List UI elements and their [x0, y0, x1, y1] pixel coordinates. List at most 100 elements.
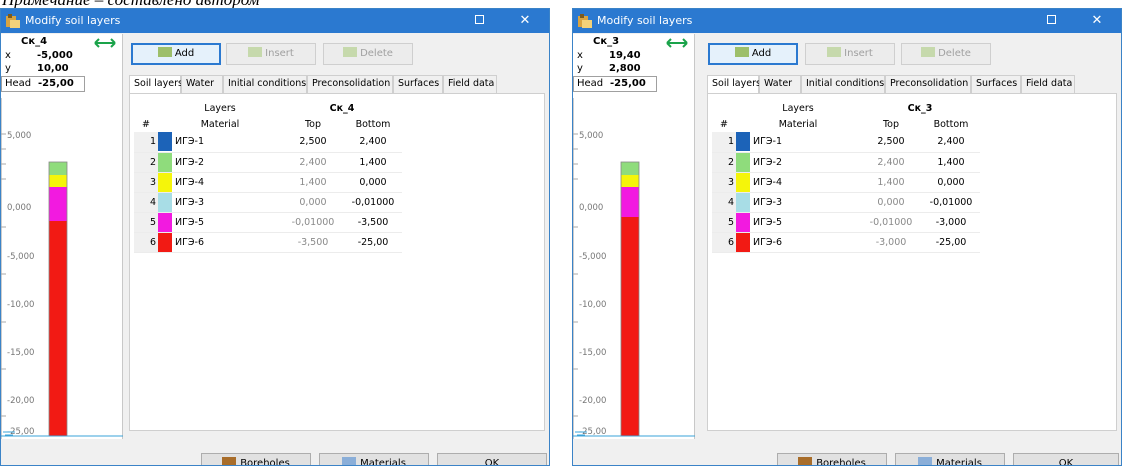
table-row[interactable]: 4 ИГЭ-3 0,000 -0,01000	[134, 192, 402, 213]
tab-initial-conditions[interactable]: Initial conditions	[223, 75, 307, 93]
swap-arrows-icon[interactable]	[665, 37, 689, 49]
tab-water[interactable]: Water	[181, 75, 223, 93]
top-cell[interactable]: 0,000	[860, 192, 922, 213]
top-cell[interactable]: 1,400	[282, 172, 344, 193]
layers-table: Layers Cк_4 # Material Top Bottom 1 ИГЭ-…	[134, 100, 402, 253]
ok-button[interactable]: OK	[437, 453, 547, 465]
bottom-cell[interactable]: 2,400	[922, 132, 980, 153]
title-bar[interactable]: Modify soil layers ✕	[1, 9, 549, 33]
table-row[interactable]: 6 ИГЭ-6 -3,500 -25,00	[134, 232, 402, 253]
tab-water[interactable]: Water	[759, 75, 801, 93]
top-cell[interactable]: 0,000	[282, 192, 344, 213]
table-row[interactable]: 4 ИГЭ-3 0,000 -0,01000	[712, 192, 980, 213]
top-cell[interactable]: 2,400	[860, 152, 922, 173]
scale-label: -5,000	[7, 252, 34, 262]
table-row[interactable]: 5 ИГЭ-5 -0,01000 -3,000	[712, 212, 980, 233]
borehole-column-header: Cк_3	[907, 102, 933, 114]
tab-preconsolidation[interactable]: Preconsolidation	[885, 75, 971, 93]
tab-surfaces[interactable]: Surfaces	[393, 75, 443, 93]
maximize-button[interactable]	[459, 9, 499, 33]
scale-ticks	[1, 98, 6, 439]
add-layer-icon	[157, 47, 172, 57]
top-column-header: Top	[304, 118, 322, 130]
close-button[interactable]: ✕	[505, 9, 545, 33]
ok-button[interactable]: OK	[1013, 453, 1119, 465]
tab-soil-layers[interactable]: Soil layers	[129, 75, 183, 94]
maximize-icon	[1046, 15, 1056, 24]
x-coordinate-row: x 19,40	[573, 50, 657, 63]
add-button[interactable]: Add	[131, 43, 221, 65]
insert-button[interactable]: Insert	[226, 43, 316, 65]
bottom-cell[interactable]: -25,00	[922, 232, 980, 253]
table-row[interactable]: 2 ИГЭ-2 2,400 1,400	[712, 152, 980, 173]
table-row[interactable]: 1 ИГЭ-1 2,500 2,400	[134, 132, 402, 153]
table-row[interactable]: 5 ИГЭ-5 -0,01000 -3,500	[134, 212, 402, 233]
x-value[interactable]: -5,000	[37, 50, 73, 61]
boreholes-button[interactable]: Boreholes	[201, 453, 311, 465]
material-name: ИГЭ-2	[753, 156, 783, 168]
top-cell[interactable]: -3,000	[860, 232, 922, 253]
num-column-header: #	[142, 118, 150, 130]
material-color-swatch	[158, 132, 172, 152]
top-cell[interactable]: -0,01000	[282, 212, 344, 233]
top-cell[interactable]: -0,01000	[860, 212, 922, 233]
top-cell[interactable]: 2,500	[282, 132, 344, 153]
head-row[interactable]: Head -25,00	[573, 76, 657, 92]
boreholes-button[interactable]: Boreholes	[777, 453, 887, 465]
bottom-cell[interactable]: 1,400	[344, 152, 402, 173]
swap-arrows-icon[interactable]	[93, 37, 117, 49]
tab-soil-layers[interactable]: Soil layers	[707, 75, 761, 94]
scale-label: -5,000	[579, 252, 606, 262]
table-row[interactable]: 3 ИГЭ-4 1,400 0,000	[134, 172, 402, 193]
table-row[interactable]: 6 ИГЭ-6 -3,000 -25,00	[712, 232, 980, 253]
figure-caption: Примечание – составлено автором	[2, 0, 260, 9]
tab-preconsolidation[interactable]: Preconsolidation	[307, 75, 393, 93]
bottom-cell[interactable]: 1,400	[922, 152, 980, 173]
x-value[interactable]: 19,40	[609, 50, 641, 61]
bottom-cell[interactable]: 0,000	[344, 172, 402, 193]
bottom-cell[interactable]: 2,400	[344, 132, 402, 153]
y-value[interactable]: 2,800	[609, 63, 641, 74]
insert-layer-icon	[827, 47, 842, 57]
table-row[interactable]: 1 ИГЭ-1 2,500 2,400	[712, 132, 980, 153]
tab-initial-conditions[interactable]: Initial conditions	[801, 75, 885, 93]
table-row[interactable]: 2 ИГЭ-2 2,400 1,400	[134, 152, 402, 173]
soil-column[interactable]	[48, 161, 68, 437]
head-value[interactable]: -25,00	[610, 78, 646, 89]
scale-label: 5,000	[579, 131, 603, 141]
insert-button[interactable]: Insert	[805, 43, 895, 65]
tab-field-data[interactable]: Field data	[443, 75, 497, 93]
add-button[interactable]: Add	[708, 43, 798, 65]
boreholes-icon	[798, 457, 813, 465]
top-cell[interactable]: 2,500	[860, 132, 922, 153]
y-label: y	[5, 63, 11, 74]
materials-button[interactable]: Materials	[895, 453, 1005, 465]
title-bar[interactable]: Modify soil layers ✕	[573, 9, 1121, 33]
top-cell[interactable]: -3,500	[282, 232, 344, 253]
top-cell[interactable]: 2,400	[282, 152, 344, 173]
bottom-cell[interactable]: -3,500	[344, 212, 402, 233]
bottom-cell[interactable]: -25,00	[344, 232, 402, 253]
material-color-swatch	[158, 192, 172, 212]
soil-column[interactable]	[620, 161, 640, 437]
close-button[interactable]: ✕	[1077, 9, 1117, 33]
delete-button[interactable]: Delete	[323, 43, 413, 65]
scale-label: -20,00	[579, 396, 606, 406]
soil-layer-ige-4	[49, 175, 67, 187]
bottom-cell[interactable]: 0,000	[922, 172, 980, 193]
app-icon	[578, 14, 592, 28]
bottom-cell[interactable]: -3,000	[922, 212, 980, 233]
material-name: ИГЭ-4	[175, 176, 205, 188]
bottom-cell[interactable]: -0,01000	[922, 192, 980, 213]
table-row[interactable]: 3 ИГЭ-4 1,400 0,000	[712, 172, 980, 193]
top-cell[interactable]: 1,400	[860, 172, 922, 193]
tab-field-data[interactable]: Field data	[1021, 75, 1075, 93]
bottom-cell[interactable]: -0,01000	[344, 192, 402, 213]
head-value[interactable]: -25,00	[38, 78, 74, 89]
materials-button[interactable]: Materials	[319, 453, 429, 465]
head-row[interactable]: Head -25,00	[1, 76, 85, 92]
delete-button[interactable]: Delete	[901, 43, 991, 65]
tab-surfaces[interactable]: Surfaces	[971, 75, 1021, 93]
maximize-button[interactable]	[1031, 9, 1071, 33]
y-value[interactable]: 10,00	[37, 63, 69, 74]
